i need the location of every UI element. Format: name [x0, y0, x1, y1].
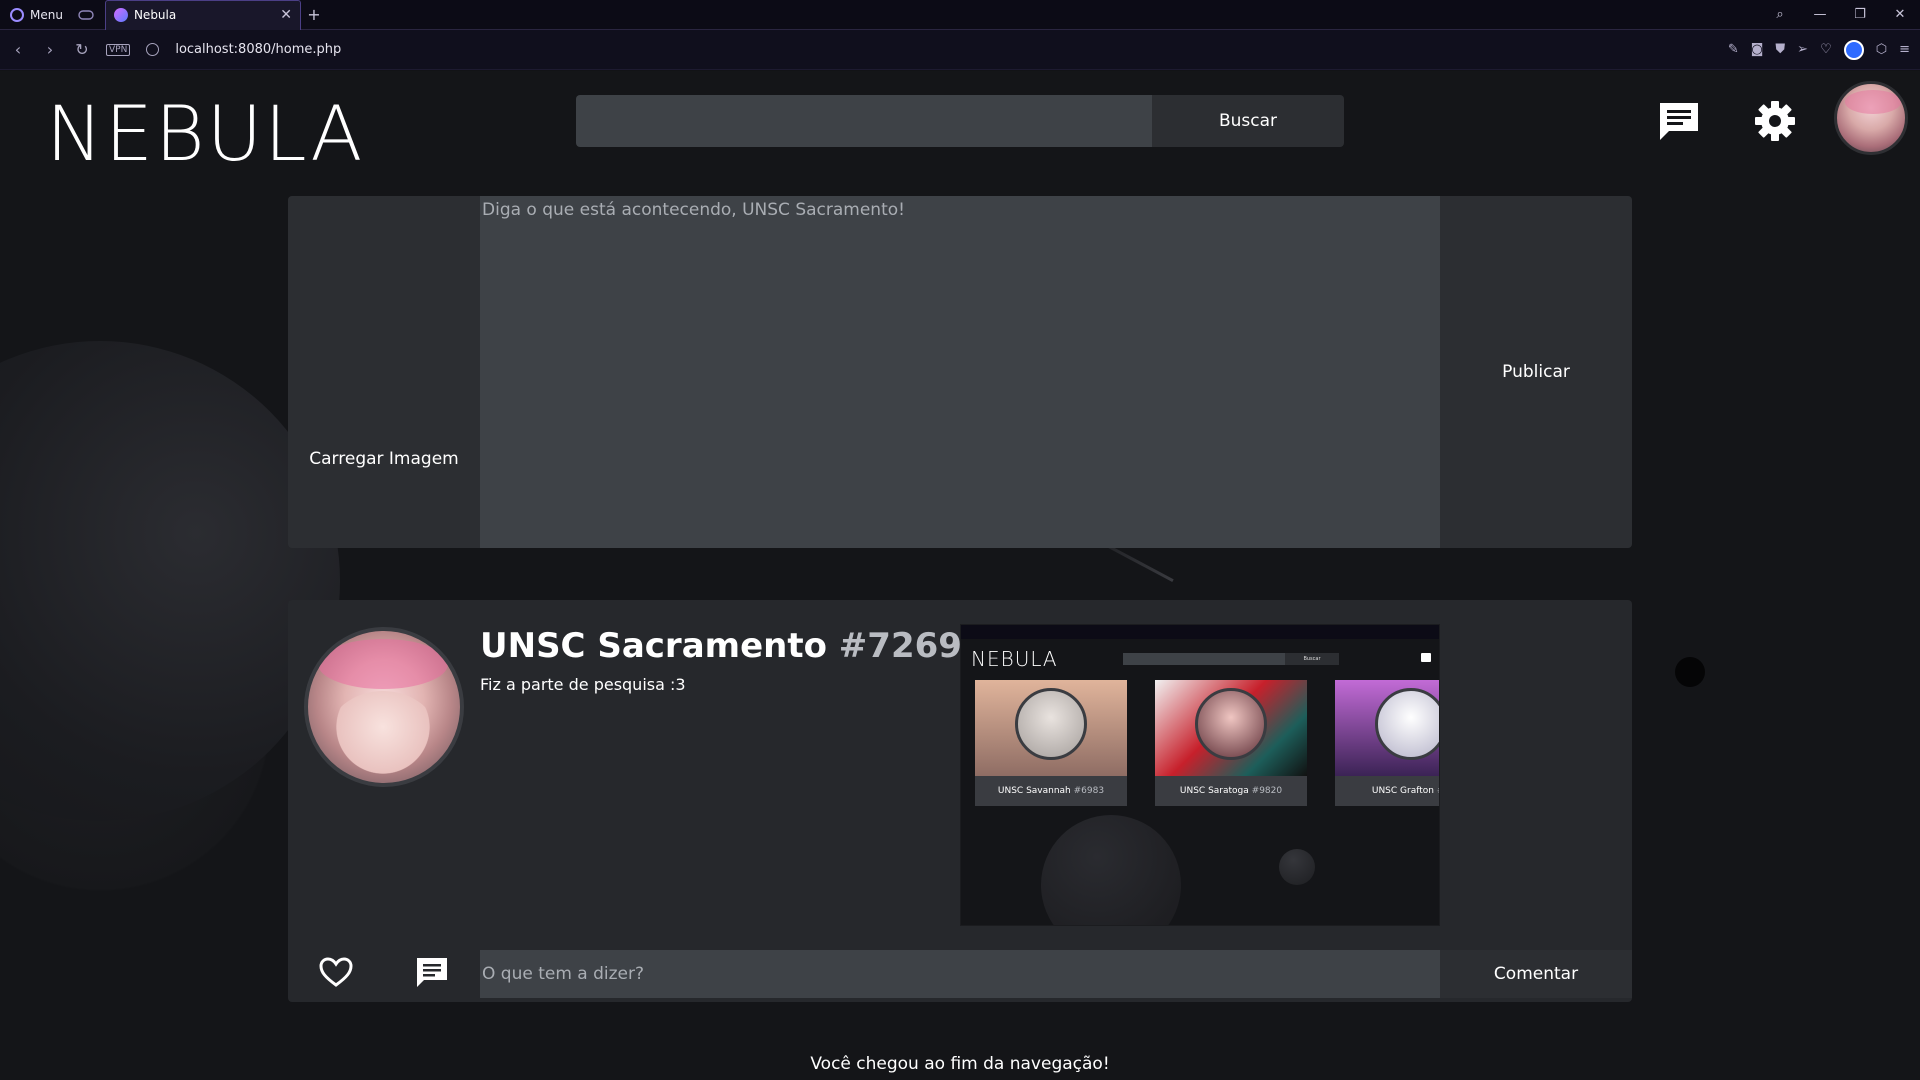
browser-tab-nebula[interactable]: Nebula ✕ [104, 0, 301, 30]
gear-icon[interactable] [1753, 99, 1797, 143]
card-caption: UNSC Grafton #5 [1335, 776, 1439, 806]
card-avatar [1015, 688, 1087, 760]
back-icon[interactable]: ‹ [10, 40, 26, 59]
site-info-icon[interactable] [146, 43, 160, 56]
browser-menu-icon[interactable]: ≡ [1899, 42, 1910, 57]
browser-menu-button[interactable]: Menu [0, 0, 73, 30]
card-tag: #6983 [1073, 786, 1105, 796]
card-avatar [1195, 688, 1267, 760]
card-name: UNSC Grafton [1371, 786, 1434, 796]
extensions-icon[interactable]: ⬡ [1876, 42, 1887, 57]
site-logo[interactable]: NEBULA [46, 89, 364, 178]
screenshot-user-card: UNSC Saratoga #9820 [1155, 680, 1307, 806]
screenshot-browser-bar [961, 625, 1439, 639]
user-avatar[interactable] [1834, 81, 1908, 155]
browser-menu-label: Menu [30, 7, 63, 22]
send-icon[interactable]: ➢ [1797, 42, 1808, 57]
heart-icon [319, 957, 353, 987]
new-tab-button[interactable]: + [301, 5, 327, 24]
post-author[interactable]: UNSC Sacramento #7269 [480, 626, 962, 666]
edit-icon[interactable]: ✎ [1728, 42, 1739, 57]
restore-icon[interactable]: ❐ [1840, 7, 1880, 22]
browser-search-icon[interactable]: ⌕ [1760, 7, 1800, 22]
upload-image-button[interactable]: Carregar Imagem [288, 196, 480, 548]
bookmark-heart-icon[interactable]: ♡ [1820, 42, 1832, 57]
comment-input[interactable] [480, 950, 1440, 998]
screenshot-planet [1279, 849, 1315, 885]
post-text-input[interactable] [480, 196, 1440, 548]
screenshot-logo: NEBULA [971, 647, 1058, 671]
minimize-icon[interactable]: — [1800, 7, 1840, 22]
page-content: NEBULA Buscar Carregar Imagem P [0, 71, 1920, 1080]
forward-icon[interactable]: › [42, 40, 58, 59]
post-author-avatar[interactable] [304, 627, 464, 787]
screenshot-user-card: UNSC Grafton #5 [1335, 680, 1439, 806]
gamepad-icon[interactable] [73, 0, 99, 30]
post-composer: Carregar Imagem Publicar [288, 196, 1632, 548]
window-controls: ⌕ — ❐ ✕ [1760, 0, 1920, 30]
vpn-badge[interactable]: VPN [106, 43, 131, 56]
comment-icon [417, 958, 447, 987]
screenshot-search-button: Buscar [1285, 653, 1339, 665]
search-button[interactable]: Buscar [1152, 95, 1344, 147]
reload-icon[interactable]: ↻ [74, 40, 90, 59]
search-bar: Buscar [576, 95, 1344, 147]
post-text: Fiz a parte de pesquisa :3 [480, 675, 686, 694]
screenshot-planet [1041, 815, 1181, 925]
shield-icon[interactable]: ⛊ [1775, 42, 1785, 57]
browser-tab-bar: Menu Nebula ✕ + ⌕ — ❐ ✕ [0, 0, 1920, 30]
post-image[interactable]: NEBULA Buscar UNSC Savannah #6983 UNSC S… [960, 624, 1440, 926]
screenshot-user-card: UNSC Savannah #6983 [975, 680, 1127, 806]
screenshot-search: Buscar [1123, 653, 1339, 665]
chat-icon[interactable] [1657, 99, 1701, 143]
comment-icon-button[interactable] [400, 950, 464, 994]
background-dot [1675, 657, 1705, 687]
screenshot-chat-icon [1421, 653, 1431, 662]
window-close-icon[interactable]: ✕ [1880, 7, 1920, 22]
password-manager-icon[interactable] [1843, 39, 1864, 60]
tab-title: Nebula [133, 8, 177, 22]
browser-address-bar: ‹ › ↻ VPN localhost:8080/home.php ✎ ◙ ⛊ … [0, 30, 1920, 70]
search-input[interactable] [576, 95, 1152, 147]
address-bar-actions: ✎ ◙ ⛊ ➢ ♡ ⬡ ≡ [1728, 39, 1910, 60]
card-name: UNSC Saratoga [1179, 786, 1249, 796]
nebula-favicon-icon [113, 8, 128, 22]
tab-close-icon[interactable]: ✕ [280, 7, 292, 23]
end-of-feed-message: Você chegou ao fim da navegação! [810, 1054, 1110, 1074]
post-card: UNSC Sacramento #7269 Fiz a parte de pes… [288, 600, 1632, 1002]
card-tag: #5 [1437, 786, 1439, 796]
card-caption: UNSC Savannah #6983 [975, 776, 1127, 806]
card-avatar [1375, 688, 1439, 760]
card-tag: #9820 [1251, 786, 1283, 796]
post-author-tag: #7269 [838, 626, 962, 666]
post-author-name: UNSC Sacramento [480, 626, 827, 666]
camera-icon[interactable]: ◙ [1751, 42, 1764, 57]
like-button[interactable] [304, 950, 368, 994]
card-name: UNSC Savannah [997, 786, 1071, 796]
comment-button[interactable]: Comentar [1440, 950, 1632, 998]
publish-button[interactable]: Publicar [1440, 196, 1632, 548]
opera-logo-icon [10, 7, 24, 22]
url-field[interactable]: localhost:8080/home.php [175, 42, 341, 57]
card-caption: UNSC Saratoga #9820 [1155, 776, 1307, 806]
